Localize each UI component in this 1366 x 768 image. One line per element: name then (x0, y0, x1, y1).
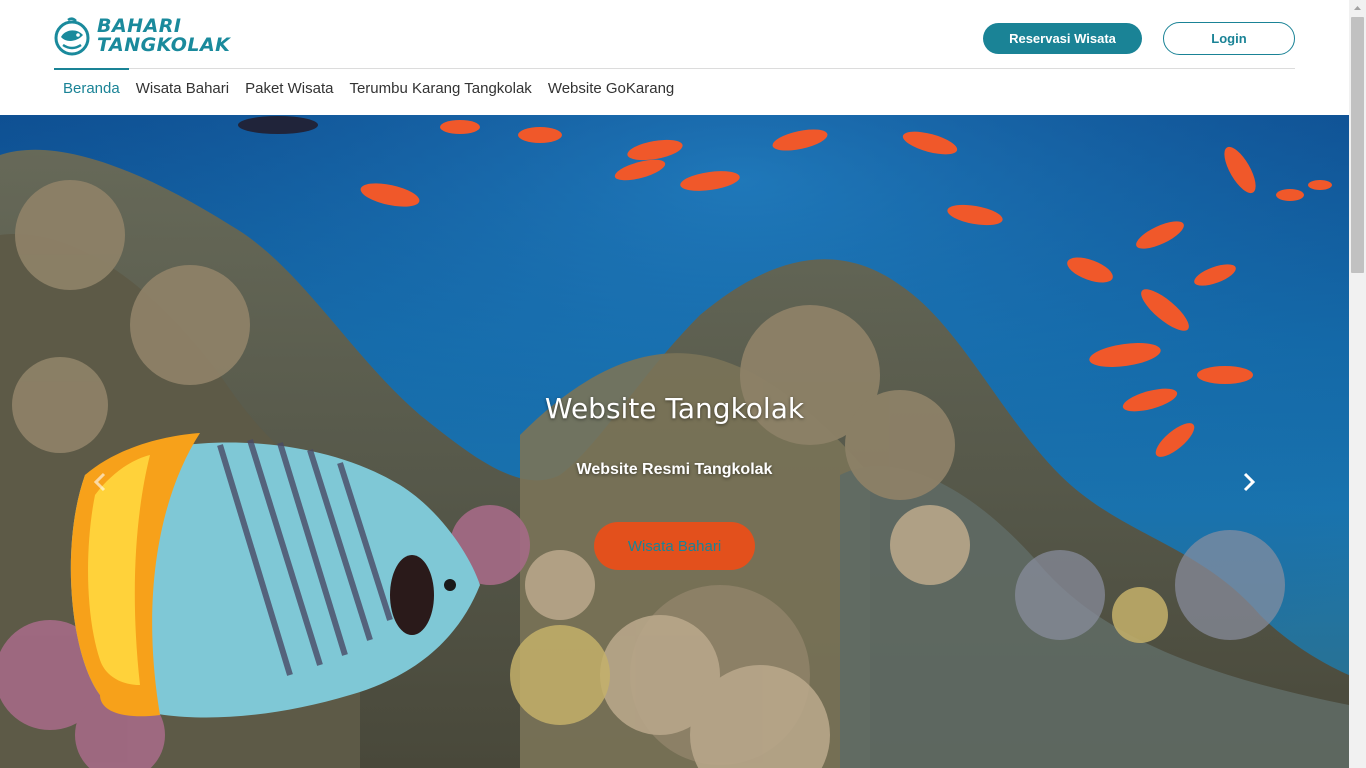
main-nav: Beranda Wisata Bahari Paket Wisata Terum… (54, 76, 682, 100)
hero-subtitle: Website Resmi Tangkolak (576, 461, 773, 478)
hero-cta-button[interactable]: Wisata Bahari (594, 522, 755, 570)
scrollbar-thumb[interactable] (1351, 17, 1364, 273)
logo-wordmark: BAHARI TANGKOLAK (97, 17, 230, 55)
nav-item-wisata-bahari[interactable]: Wisata Bahari (128, 80, 237, 97)
logo-line-2: TANGKOLAK (97, 34, 231, 56)
chevron-right-icon[interactable] (1236, 470, 1260, 494)
nav-item-website-gokarang[interactable]: Website GoKarang (540, 80, 682, 97)
header-divider (54, 68, 1295, 69)
hero-title: Website Tangkolak (544, 392, 805, 425)
scroll-up-arrow-icon[interactable] (1349, 0, 1366, 17)
nav-item-beranda[interactable]: Beranda (54, 80, 128, 97)
nav-item-terumbu-karang[interactable]: Terumbu Karang Tangkolak (341, 80, 539, 97)
nav-item-paket-wisata[interactable]: Paket Wisata (237, 80, 341, 97)
hero-carousel: Website Tangkolak Website Resmi Tangkola… (0, 115, 1349, 768)
reservation-button[interactable]: Reservasi Wisata (983, 23, 1142, 54)
coral-reef-background-image (0, 115, 1349, 768)
nav-active-indicator (54, 68, 129, 70)
chevron-left-icon[interactable] (89, 470, 113, 494)
site-header: BAHARI TANGKOLAK Reservasi Wisata Login … (0, 0, 1349, 115)
fish-logo-icon (54, 17, 90, 56)
page: BAHARI TANGKOLAK Reservasi Wisata Login … (0, 0, 1366, 768)
login-button[interactable]: Login (1163, 22, 1295, 55)
site-logo[interactable]: BAHARI TANGKOLAK (53, 13, 230, 59)
